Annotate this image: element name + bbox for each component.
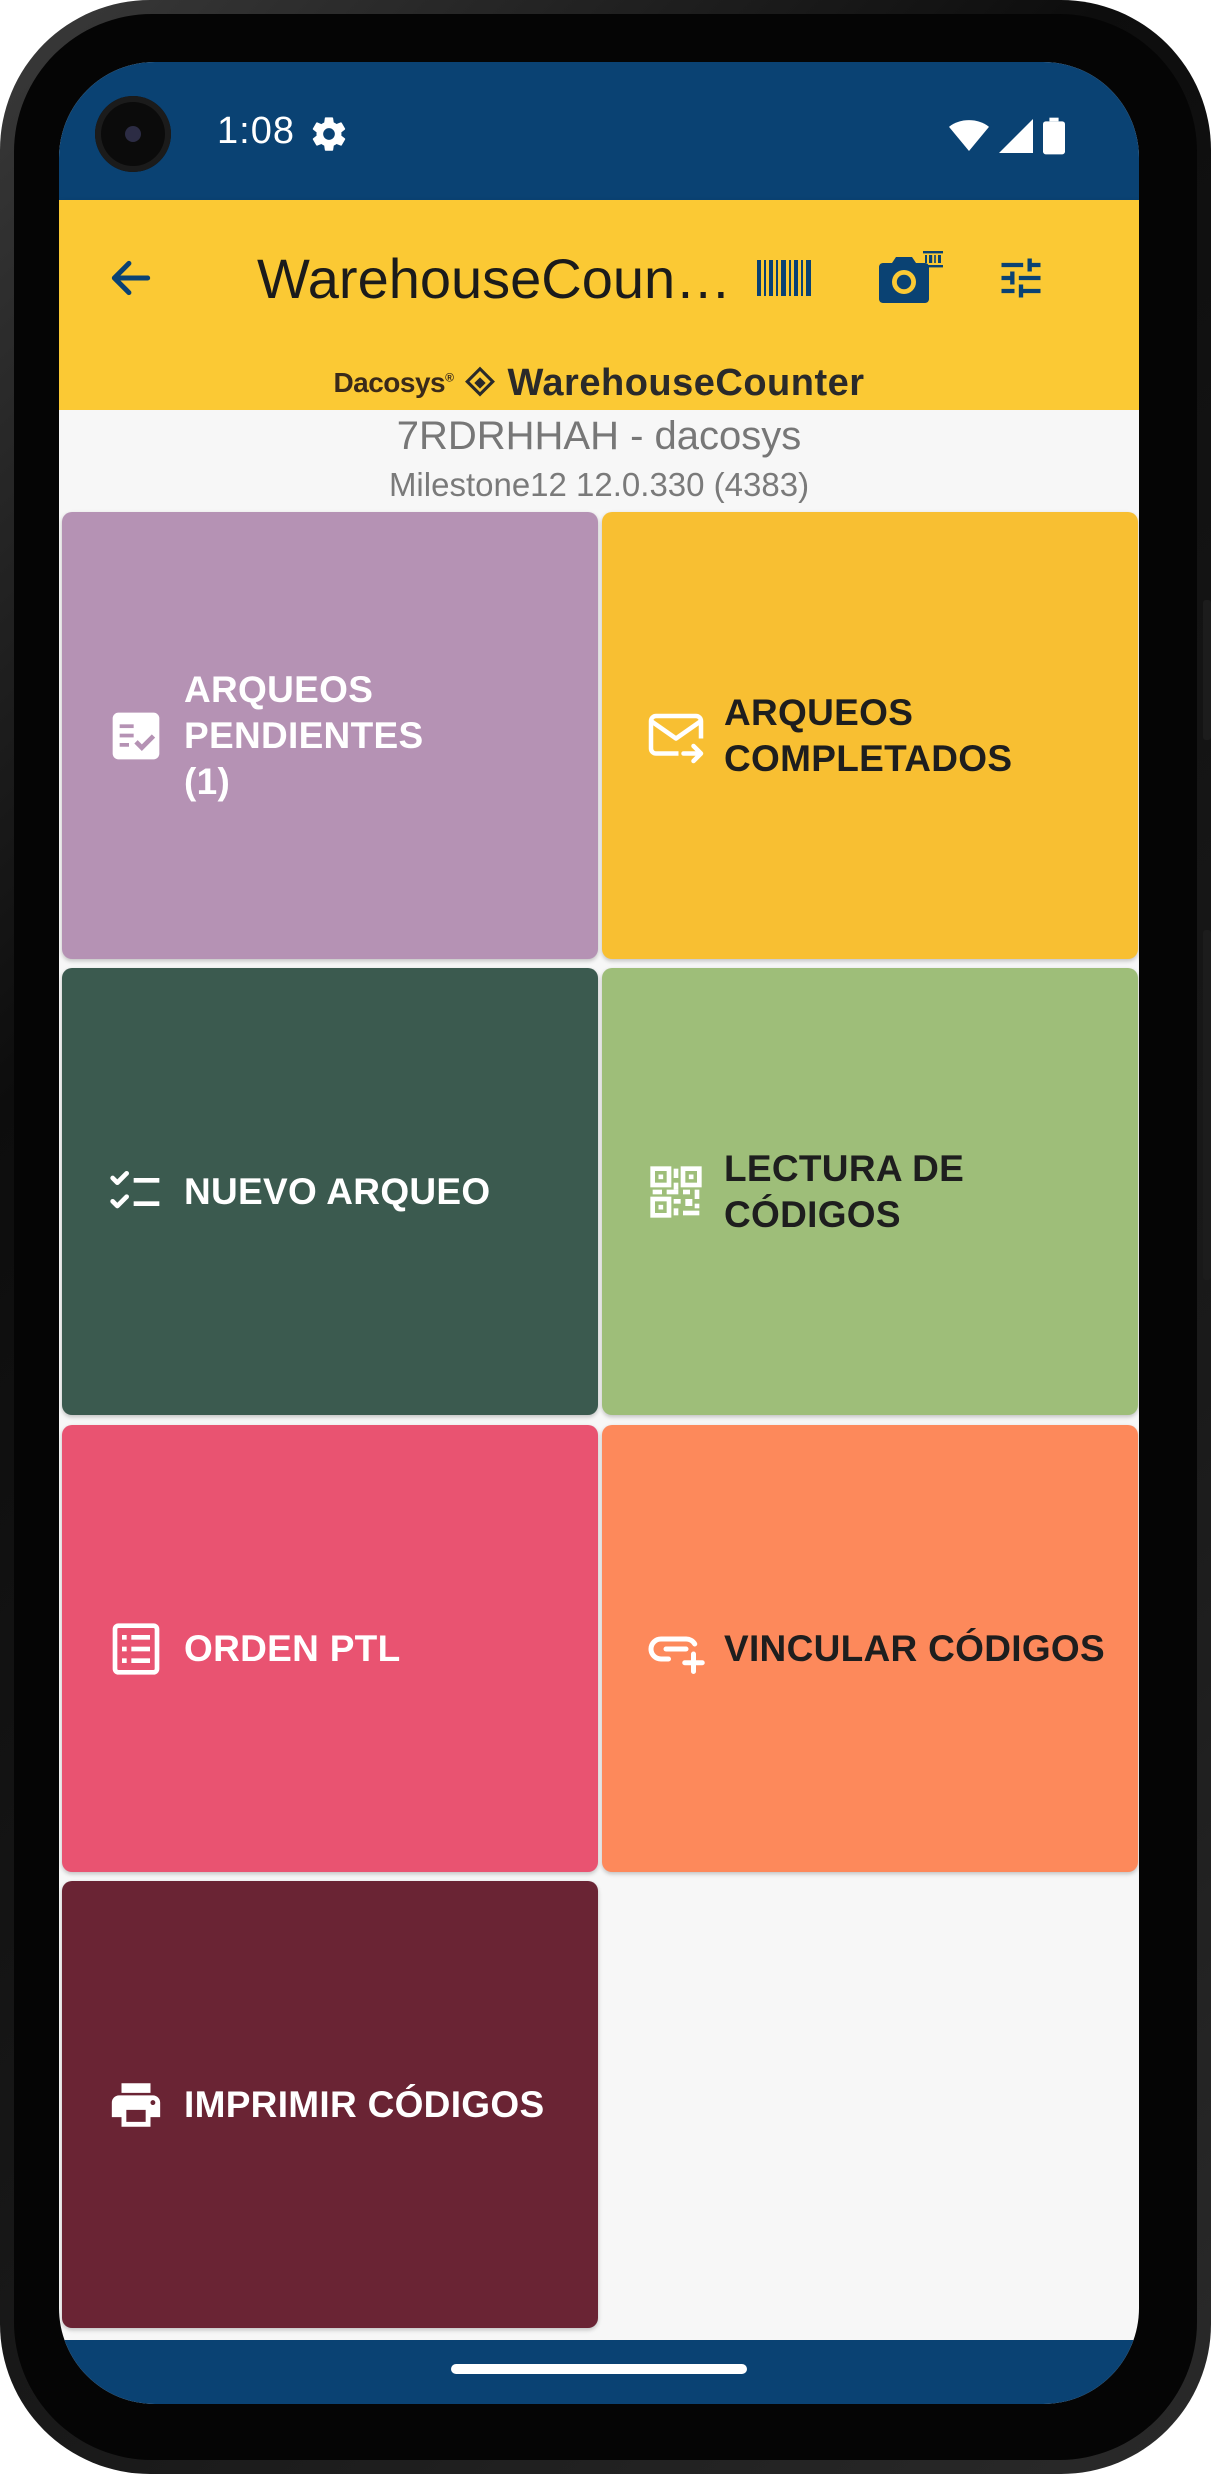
tile-nuevo-arqueo[interactable]: NUEVO ARQUEO bbox=[62, 968, 598, 1415]
list-doc-icon bbox=[106, 1619, 166, 1679]
printer-icon bbox=[106, 2075, 166, 2135]
checklist-doc-icon bbox=[106, 706, 166, 766]
status-bar: 1:08 bbox=[59, 62, 1139, 200]
link-add-icon bbox=[646, 1619, 706, 1679]
settings-gear-icon bbox=[312, 117, 346, 151]
app-bar: WarehouseCount... bbox=[59, 200, 1139, 356]
barcode-icon bbox=[757, 260, 811, 296]
phone-frame: 1:08 WarehouseCount... Dacosys® Warehous… bbox=[0, 0, 1211, 2474]
device-info: 7RDRHHAH - dacosys bbox=[396, 414, 802, 458]
back-button[interactable] bbox=[97, 244, 165, 312]
tile-imprimir-codigos[interactable]: IMPRIMIR CÓDIGOS bbox=[62, 1881, 598, 2328]
camera-barcode-icon bbox=[879, 251, 943, 303]
signal-icon bbox=[999, 119, 1033, 153]
screen: 1:08 WarehouseCount... Dacosys® Warehous… bbox=[59, 62, 1139, 2404]
tile-lectura-codigos[interactable]: LECTURA DE CÓDIGOS bbox=[602, 968, 1138, 1415]
arrow-back-icon bbox=[111, 260, 151, 296]
tune-icon bbox=[1001, 258, 1041, 298]
tile-arqueos-completados[interactable]: ARQUEOS COMPLETADOS bbox=[602, 512, 1138, 959]
qr-code-icon bbox=[646, 1162, 706, 1222]
logo-brand: Dacosys bbox=[333, 367, 446, 398]
logo-mark-icon bbox=[465, 366, 496, 397]
tile-label: NUEVO ARQUEO bbox=[184, 1170, 491, 1212]
app-version: Milestone12 12.0.330 (4383) bbox=[388, 466, 810, 503]
status-time: 1:08 bbox=[217, 110, 295, 152]
tile-vincular-codigos[interactable]: VINCULAR CÓDIGOS bbox=[602, 1425, 1138, 1872]
app-title: WarehouseCount... bbox=[257, 247, 737, 310]
navigation-bar bbox=[59, 2340, 1139, 2404]
camera-scan-button[interactable] bbox=[871, 240, 947, 316]
tile-label: IMPRIMIR CÓDIGOS bbox=[184, 2083, 545, 2125]
battery-icon bbox=[1043, 117, 1065, 155]
tile-label: ARQUEOS COMPLETADOS bbox=[724, 691, 1013, 779]
status-indicators bbox=[949, 116, 1065, 156]
tile-label: ORDEN PTL bbox=[184, 1627, 401, 1669]
tile-label: ARQUEOS PENDIENTES (1) bbox=[184, 668, 424, 802]
filter-settings-button[interactable] bbox=[983, 240, 1059, 316]
front-camera bbox=[95, 96, 171, 172]
tile-label: LECTURA DE CÓDIGOS bbox=[724, 1147, 965, 1235]
home-gesture-handle[interactable] bbox=[451, 2364, 747, 2374]
power-button bbox=[1203, 600, 1211, 740]
logo-product-name: WarehouseCounter bbox=[507, 361, 865, 404]
tile-orden-ptl[interactable]: ORDEN PTL bbox=[62, 1425, 598, 1872]
mail-send-icon bbox=[646, 706, 706, 766]
tile-label: VINCULAR CÓDIGOS bbox=[724, 1627, 1105, 1669]
logo-banner: Dacosys® WarehouseCounter bbox=[59, 356, 1139, 410]
checklist-icon bbox=[106, 1162, 166, 1222]
dacosys-logo: Dacosys® bbox=[333, 367, 454, 398]
barcode-scan-button[interactable] bbox=[747, 240, 823, 316]
tile-arqueos-pendientes[interactable]: ARQUEOS PENDIENTES (1) bbox=[62, 512, 598, 959]
volume-button bbox=[1203, 930, 1211, 1280]
wifi-icon bbox=[949, 120, 989, 151]
